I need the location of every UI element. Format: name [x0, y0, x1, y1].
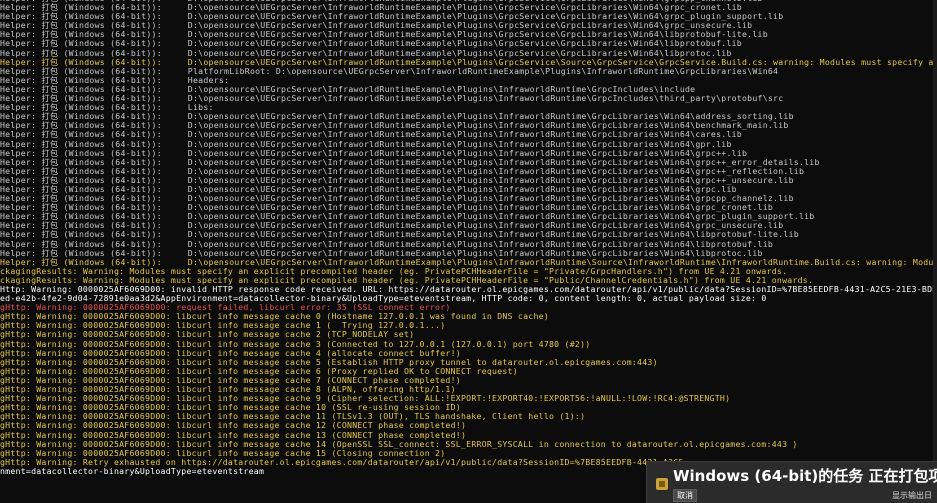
log-line: Helper: 打包 (Windows (64-bit)): D:\openso…	[0, 230, 799, 240]
log-line: Helper: 打包 (Windows (64-bit)): D:\openso…	[0, 212, 815, 222]
log-line: Helper: 打包 (Windows (64-bit)): Libs:	[0, 103, 214, 113]
log-line: Helper: 打包 (Windows (64-bit)): D:\openso…	[0, 194, 794, 204]
log-line: ckagingResults: Warning: Modules must sp…	[0, 275, 814, 285]
log-line: Helper: 打包 (Windows (64-bit)): D:\openso…	[0, 130, 742, 140]
output-log-console: Helper: 打包 (Windows (64-bit)): D:\openso…	[0, 0, 937, 502]
log-line: gHttp: Warning: 0000025AF6069D00: libcur…	[0, 412, 586, 422]
log-line: ckagingResults: Warning: Modules must sp…	[0, 266, 788, 276]
log-line: Helper: 打包 (Windows (64-bit)): D:\openso…	[0, 21, 753, 31]
log-lines: Helper: 打包 (Windows (64-bit)): D:\openso…	[0, 0, 937, 476]
log-line: Helper: 打包 (Windows (64-bit)): D:\openso…	[0, 48, 732, 58]
log-line: Helper: 打包 (Windows (64-bit)): D:\openso…	[0, 166, 805, 176]
log-line: gHttp: Warning: 0000025AF6069D00: reques…	[0, 303, 451, 313]
log-line: Helper: 打包 (Windows (64-bit)): Headers:	[0, 75, 230, 85]
log-line: Helper: 打包 (Windows (64-bit)): D:\openso…	[0, 148, 748, 158]
log-line: gHttp: Warning: 0000025AF6069D00: libcur…	[0, 375, 461, 385]
log-line: Helper: 打包 (Windows (64-bit)): D:\openso…	[0, 84, 696, 94]
log-line: gHttp: Warning: 0000025AF6069D00: libcur…	[0, 430, 467, 440]
log-line: Http: Warning: 0000025AF6069D00: invalid…	[0, 285, 937, 294]
log-line: Helper: 打包 (Windows (64-bit)): D:\openso…	[0, 121, 789, 131]
notification-title: Windows (64-bit)的任务 正在打包项目...	[673, 467, 937, 485]
log-line: gHttp: Warning: 0000025AF6069D00: libcur…	[0, 357, 658, 367]
log-line: Helper: 打包 (Windows (64-bit)): D:\openso…	[0, 57, 937, 67]
log-line: gHttp: Warning: 0000025AF6069D00: libcur…	[0, 321, 446, 331]
log-line: Helper: 打包 (Windows (64-bit)): D:\openso…	[0, 30, 768, 40]
log-line: Helper: 打包 (Windows (64-bit)): D:\openso…	[0, 39, 742, 49]
package-icon	[656, 478, 668, 490]
log-line: gHttp: Warning: 0000025AF6069D00: libcur…	[0, 421, 467, 431]
log-line: ed-e42b-4fe2-9d04-72891e0aa3d2&AppEnviro…	[0, 294, 767, 304]
log-line: gHttp: Warning: 0000025AF6069D00: libcur…	[0, 394, 731, 404]
log-line: Helper: 打包 (Windows (64-bit)): D:\openso…	[0, 221, 784, 231]
log-line: Helper: 打包 (Windows (64-bit)): D:\openso…	[0, 112, 794, 122]
show-output-log-link[interactable]: 显示输出日	[892, 490, 932, 501]
log-line: Helper: 打包 (Windows (64-bit)): PlatformL…	[0, 66, 779, 76]
log-line: gHttp: Warning: 0000025AF6069D00: libcur…	[0, 312, 550, 322]
log-line: Helper: 打包 (Windows (64-bit)): D:\openso…	[0, 139, 732, 149]
log-line: gHttp: Warning: 0000025AF6069D00: libcur…	[0, 366, 518, 376]
log-line: Helper: 打包 (Windows (64-bit)): D:\openso…	[0, 3, 742, 13]
log-line: Helper: 打包 (Windows (64-bit)): D:\openso…	[0, 248, 763, 258]
log-line: Helper: 打包 (Windows (64-bit)): D:\openso…	[0, 157, 820, 167]
packaging-notification: Windows (64-bit)的任务 正在打包项目... 取消 显示输出日	[646, 461, 937, 503]
log-line: gHttp: Warning: 0000025AF6069D00: libcur…	[0, 385, 456, 395]
log-line: Helper: 打包 (Windows (64-bit)): D:\openso…	[0, 175, 794, 185]
log-line: Helper: 打包 (Windows (64-bit)): D:\openso…	[0, 12, 784, 22]
log-line: gHttp: Warning: 0000025AF6069D00: libcur…	[0, 448, 446, 458]
log-line: gHttp: Warning: 0000025AF6069D00: libcur…	[0, 339, 591, 349]
log-scrollbar[interactable]	[933, 0, 937, 502]
log-line: Helper: 打包 (Windows (64-bit)): D:\openso…	[0, 203, 774, 213]
log-line: gHttp: Warning: 0000025AF6069D00: libcur…	[0, 403, 461, 413]
log-line: Helper: 打包 (Windows (64-bit)): D:\openso…	[0, 239, 774, 249]
log-line: gHttp: Warning: 0000025AF6069D00: libcur…	[0, 348, 461, 358]
log-line: Helper: 打包 (Windows (64-bit)): D:\openso…	[0, 94, 784, 104]
log-line: gHttp: Warning: 0000025AF6069D00: libcur…	[0, 439, 798, 449]
log-line: Helper: 打包 (Windows (64-bit)): D:\openso…	[0, 257, 937, 267]
cancel-button[interactable]: 取消	[673, 489, 697, 502]
log-line: gHttp: Warning: 0000025AF6069D00: libcur…	[0, 330, 415, 340]
log-line: Helper: 打包 (Windows (64-bit)): D:\openso…	[0, 184, 737, 194]
